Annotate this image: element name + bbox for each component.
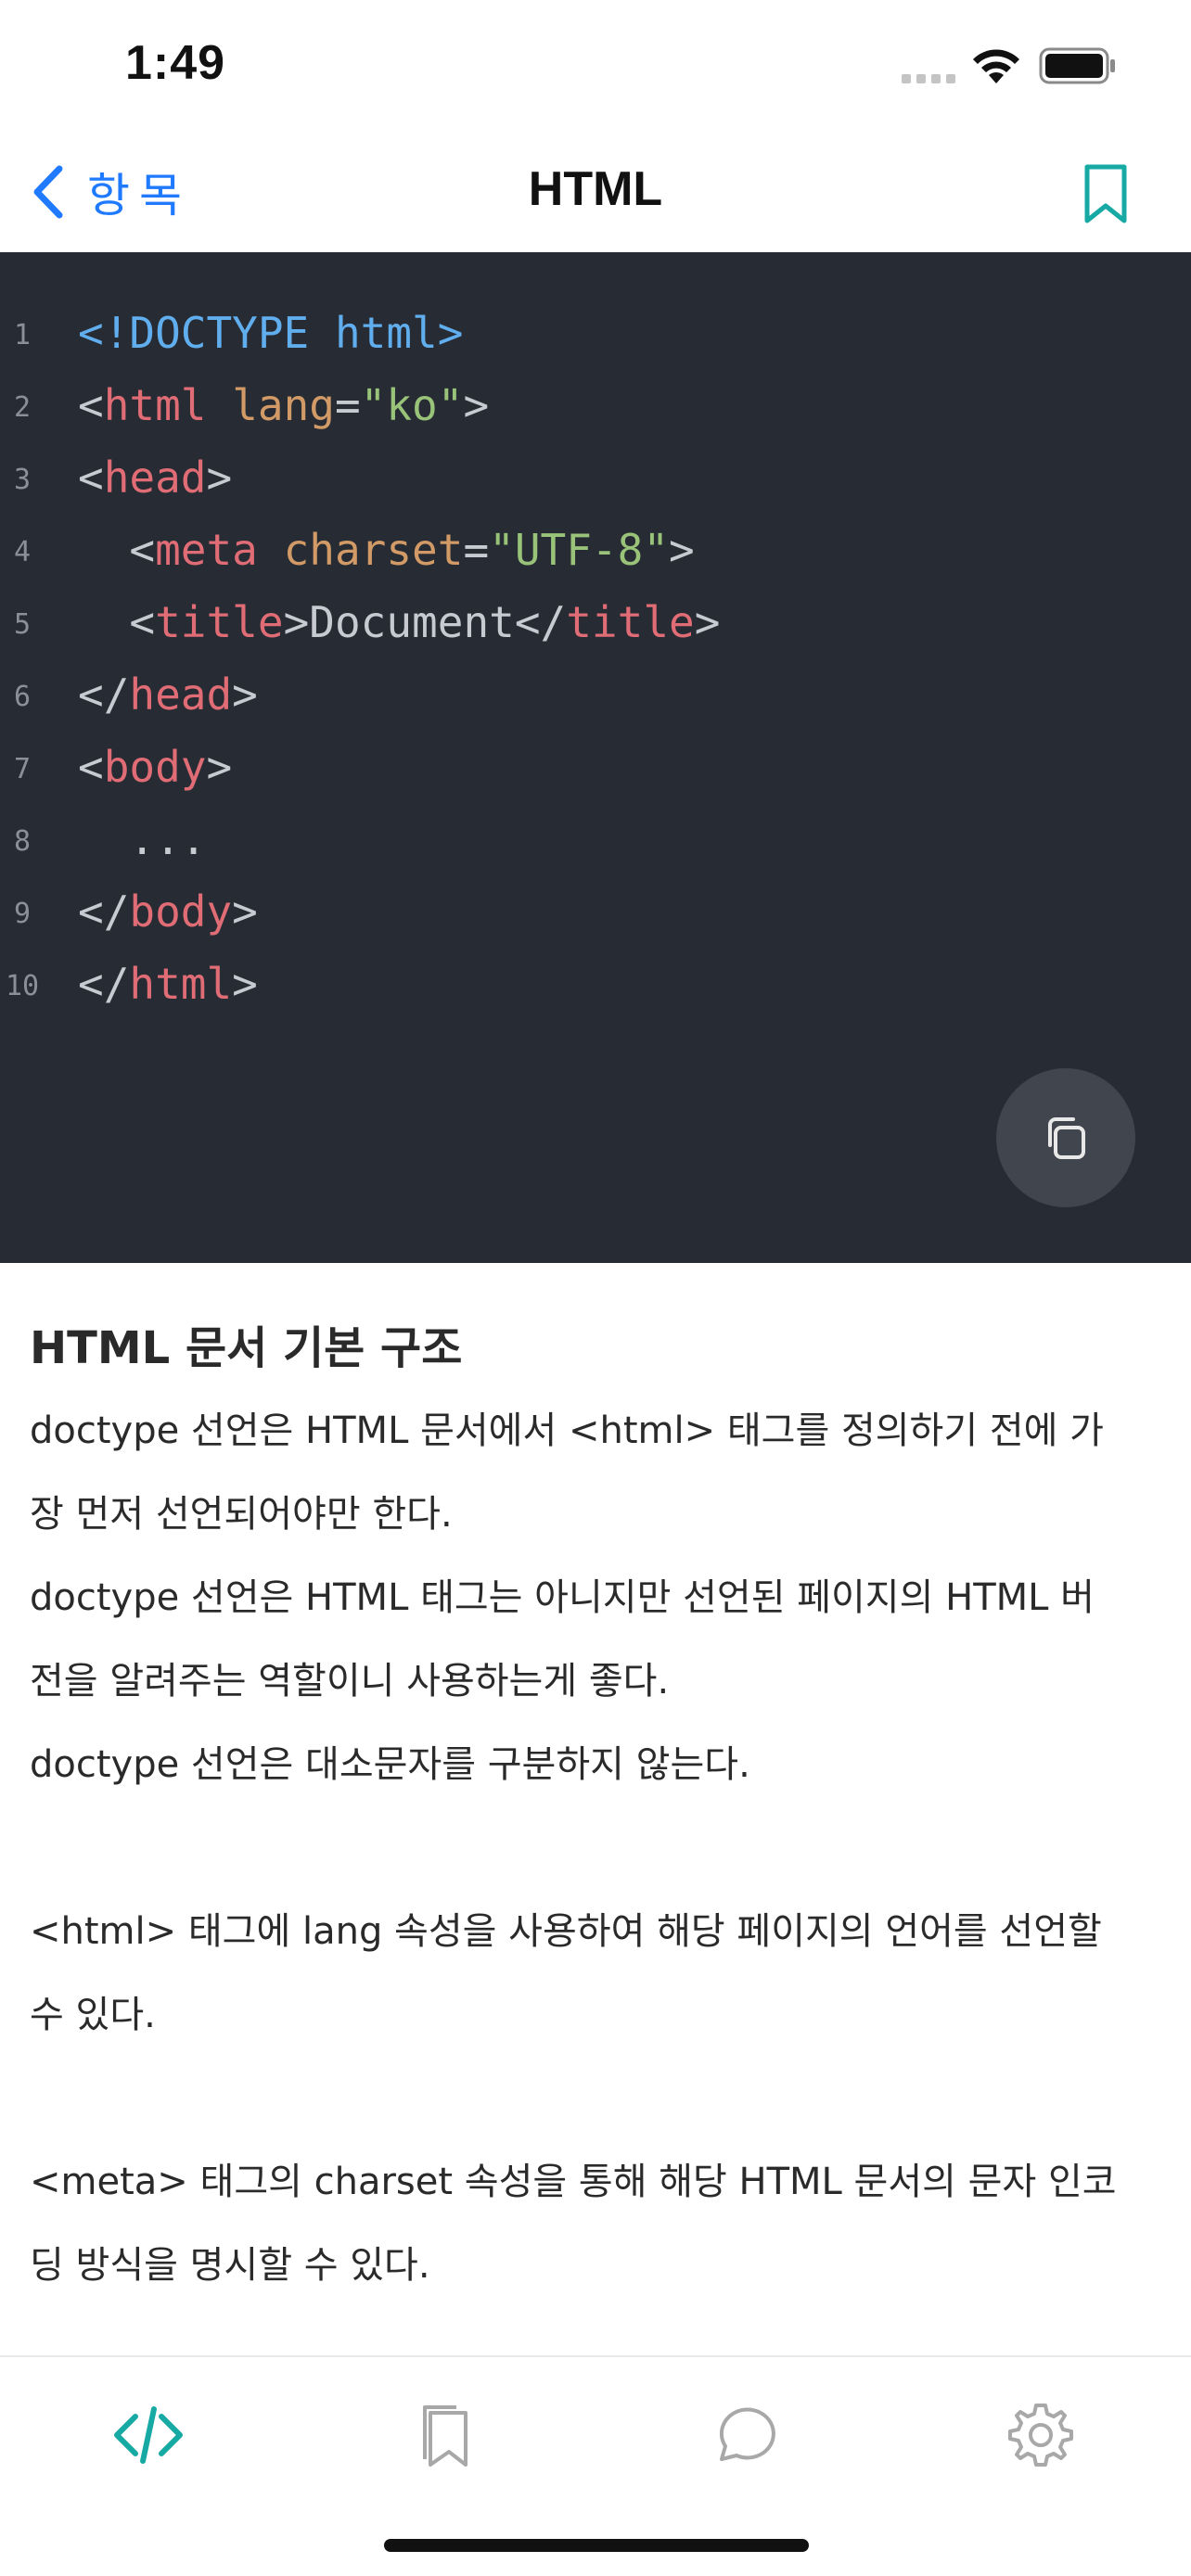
code-token: "ko"	[360, 380, 464, 430]
code-token: >	[206, 453, 233, 503]
code-line: 5 <title>Document</title>	[0, 593, 1191, 666]
code-line: 10 </html>	[0, 955, 1191, 1027]
code-token: meta	[155, 525, 258, 575]
code-text: <head>	[78, 453, 232, 503]
line-number: 1	[13, 319, 32, 351]
line-number: 9	[13, 898, 32, 930]
code-line: 4 <meta charset="UTF-8">	[0, 521, 1191, 593]
code-line: 2 <html lang="ko">	[0, 376, 1191, 449]
code-token: >	[232, 959, 258, 1009]
code-text: <meta charset="UTF-8">	[78, 525, 695, 575]
battery-icon	[1039, 47, 1115, 84]
code-text: ...	[78, 814, 206, 864]
code-text: <body>	[78, 742, 232, 792]
paragraph-line: doctype 선언은 HTML 태그는 아니지만 선언된 페이지의 HTML …	[30, 1576, 1095, 1619]
line-number: 3	[13, 464, 32, 496]
code-token: html	[103, 380, 207, 430]
code-token: <!DOCTYPE html>	[78, 308, 464, 358]
code-token: title	[566, 597, 695, 647]
copy-icon	[1048, 1117, 1085, 1159]
code-token: </	[78, 670, 130, 720]
screen: 1:49 항목 HTML 1 <!DOCTYPE html> 2 <html l…	[0, 0, 1191, 2576]
code-token: >	[283, 597, 310, 647]
code-token: </	[78, 959, 130, 1009]
code-token: title	[155, 597, 284, 647]
line-number: 5	[13, 608, 32, 641]
code-block: 1 <!DOCTYPE html> 2 <html lang="ko"> 3 <head>…	[0, 252, 1191, 1263]
code-token: <	[78, 742, 104, 792]
code-line: 8 ...	[0, 810, 1191, 883]
code-token: <	[129, 525, 156, 575]
code-token: >	[669, 525, 695, 575]
code-token: <	[78, 453, 104, 503]
cellular-signal-icon	[902, 74, 955, 83]
code-line: 1 <!DOCTYPE html>	[0, 304, 1191, 376]
paragraph-line: doctype 선언은 HTML 문서에서 <html> 태그를 정의하기 전에…	[30, 1409, 1104, 1452]
paragraph-line: 딩 방식을 명시할 수 있다.	[30, 2244, 430, 2287]
tab-chat-icon[interactable]	[707, 2398, 781, 2472]
code-token: <	[129, 597, 156, 647]
section-title: HTML 문서 기본 구조	[30, 1322, 463, 1374]
code-token: body	[103, 742, 207, 792]
home-indicator	[384, 2539, 809, 2552]
status-time: 1:49	[125, 36, 226, 90]
code-text: <html lang="ko">	[78, 380, 489, 430]
paragraph-line: 수 있다.	[30, 1994, 156, 2036]
code-token: >	[463, 380, 490, 430]
line-number: 4	[13, 536, 32, 568]
paragraph-line: <html> 태그에 lang 속성을 사용하여 해당 페이지의 언어를 선언할	[30, 1910, 1102, 1953]
line-number: 2	[13, 391, 32, 424]
code-token: </	[514, 597, 567, 647]
code-token: >	[694, 597, 721, 647]
code-token: </	[78, 886, 130, 937]
code-text: </body>	[78, 886, 258, 937]
code-token: lang	[232, 380, 335, 430]
paragraph-line: 장 먼저 선언되어야만 한다.	[30, 1493, 453, 1536]
tab-settings-gear-icon[interactable]	[1004, 2398, 1078, 2472]
code-token: =	[463, 525, 490, 575]
line-number: 6	[13, 681, 32, 713]
bookmark-icon[interactable]	[1078, 163, 1133, 226]
code-token: head	[103, 453, 207, 503]
code-token: >	[206, 742, 233, 792]
code-token: =	[334, 380, 361, 430]
code-text: </html>	[78, 959, 258, 1009]
code-token: <	[78, 380, 104, 430]
line-number: 7	[13, 753, 32, 785]
code-token: Document	[309, 597, 515, 647]
tab-bookmarks-icon[interactable]	[408, 2398, 482, 2472]
line-number: 8	[13, 825, 32, 858]
code-line: 7 <body>	[0, 738, 1191, 810]
paragraph-line: doctype 선언은 대소문자를 구분하지 않는다.	[30, 1743, 750, 1786]
code-token: ...	[78, 814, 207, 864]
code-token: >	[232, 886, 258, 937]
code-token: >	[232, 670, 258, 720]
code-line: 3 <head>	[0, 449, 1191, 521]
navigation-bar: 항목 HTML	[0, 130, 1191, 252]
page-title: HTML	[528, 162, 663, 216]
line-number: 10	[5, 970, 40, 1002]
tab-code-icon[interactable]	[111, 2398, 186, 2472]
paragraph-line: <meta> 태그의 charset 속성을 통해 해당 HTML 문서의 문자…	[30, 2161, 1117, 2203]
code-line: 9 </body>	[0, 883, 1191, 955]
code-text: </head>	[78, 670, 258, 720]
status-bar: 1:49	[0, 0, 1191, 130]
code-token: html	[129, 959, 233, 1009]
code-line: 6 </head>	[0, 666, 1191, 738]
wifi-icon	[973, 49, 1019, 83]
code-token: head	[129, 670, 233, 720]
copy-button[interactable]	[996, 1068, 1135, 1207]
paragraph-line: 전을 알려주는 역할이니 사용하는게 좋다.	[30, 1660, 670, 1702]
code-token: body	[129, 886, 233, 937]
code-text: <!DOCTYPE html>	[78, 308, 463, 358]
code-text: <title>Document</title>	[78, 597, 720, 647]
code-token: charset	[283, 525, 464, 575]
code-token: "UTF-8"	[489, 525, 670, 575]
